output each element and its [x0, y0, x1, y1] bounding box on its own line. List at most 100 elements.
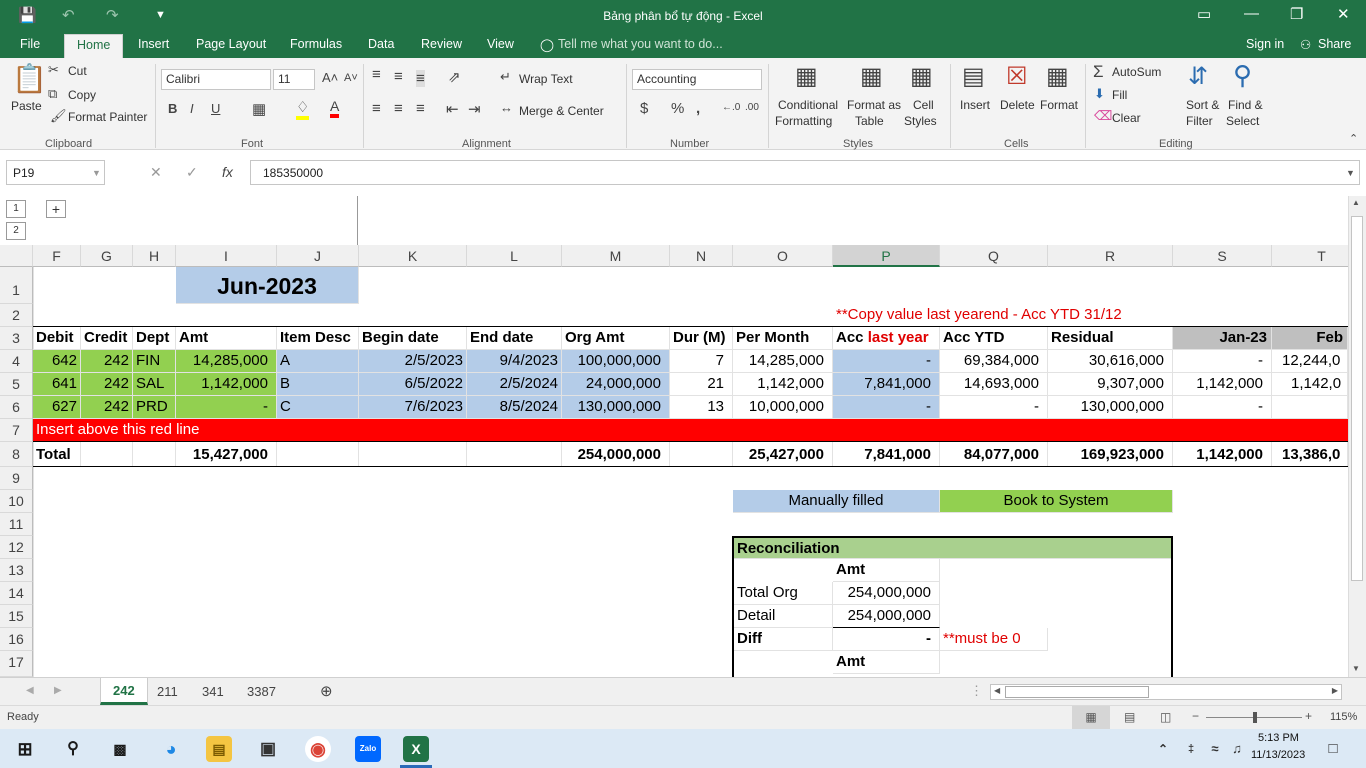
name-box[interactable]: P19 — [6, 160, 105, 185]
sheet-tab-242[interactable]: 242 — [100, 678, 148, 705]
column-header-K[interactable]: K — [359, 245, 467, 267]
row4-credit[interactable]: 242 — [81, 350, 133, 373]
paste-icon[interactable]: 📋 — [12, 62, 47, 95]
close-icon[interactable]: ✕ — [1337, 5, 1350, 23]
insert-cells-icon[interactable]: ▤ — [962, 62, 985, 91]
row6-dept[interactable]: PRD — [133, 396, 176, 419]
zoom-out-icon[interactable]: − — [1192, 709, 1199, 723]
row-header-3[interactable]: 3 — [0, 327, 33, 350]
notifications-icon[interactable]: □ — [1320, 736, 1346, 762]
format-as-table-label-2[interactable]: Table — [855, 114, 884, 128]
merge-center-button[interactable]: Merge & Center — [519, 104, 604, 118]
share-button[interactable]: Share — [1318, 37, 1351, 51]
zalo-icon[interactable]: Zalo — [355, 736, 381, 762]
fill-icon[interactable]: ⬇ — [1094, 86, 1105, 102]
recon-amt-header-2[interactable]: Amt — [833, 651, 940, 674]
header-acc-last-year[interactable]: Acc last year — [833, 327, 940, 350]
total-dur[interactable] — [670, 442, 733, 467]
merge-center-icon[interactable]: ↔ — [500, 100, 513, 115]
header-amt[interactable]: Amt — [176, 327, 277, 350]
edge-icon[interactable]: ◕ — [158, 736, 184, 762]
clear-button[interactable]: Clear — [1112, 111, 1141, 125]
row5-end-date[interactable]: 2/5/2024 — [467, 373, 562, 396]
total-acc-ytd[interactable]: 84,077,000 — [940, 442, 1048, 467]
total-jan[interactable]: 1,142,000 — [1173, 442, 1272, 467]
sort-filter-icon[interactable]: ⇵ — [1188, 62, 1208, 91]
delete-cells-icon[interactable]: ☒ — [1006, 62, 1028, 91]
find-select-label-2[interactable]: Select — [1226, 114, 1259, 128]
insert-cells-button[interactable]: Insert — [960, 98, 990, 112]
increase-font-icon[interactable]: A˄ — [322, 70, 338, 85]
zoom-in-icon[interactable]: + — [1305, 709, 1312, 723]
format-cells-icon[interactable]: ▦ — [1046, 62, 1069, 91]
input-method-icon[interactable]: ‡ — [1178, 736, 1204, 762]
delete-cells-button[interactable]: Delete — [1000, 98, 1035, 112]
column-header-Q[interactable]: Q — [940, 245, 1048, 267]
minimize-icon[interactable]: — — [1244, 5, 1259, 22]
row5-jan[interactable]: 1,142,000 — [1173, 373, 1272, 396]
scroll-up-icon[interactable]: ▲ — [1352, 198, 1360, 207]
tab-data[interactable]: Data — [368, 37, 394, 51]
row-header-16[interactable]: 16 — [0, 628, 33, 651]
tab-review[interactable]: Review — [421, 37, 462, 51]
column-header-N[interactable]: N — [670, 245, 733, 267]
recon-amt-header[interactable]: Amt — [833, 559, 940, 582]
name-box-dropdown-icon[interactable]: ▼ — [92, 168, 101, 178]
autosum-button[interactable]: AutoSum — [1112, 65, 1161, 79]
chrome-icon[interactable]: ◉ — [305, 736, 331, 762]
vertical-scrollbar[interactable]: ▲ ▼ — [1348, 196, 1366, 677]
number-format-select[interactable]: Accounting — [632, 69, 762, 90]
header-dept[interactable]: Dept — [133, 327, 176, 350]
outline-level-2-button[interactable]: 2 — [6, 222, 26, 240]
total-residual[interactable]: 169,923,000 — [1048, 442, 1173, 467]
file-explorer-icon[interactable]: ▤ — [206, 736, 232, 762]
comma-icon[interactable]: , — [696, 100, 700, 117]
row-header-5[interactable]: 5 — [0, 373, 33, 396]
format-painter-button[interactable]: Format Painter — [68, 110, 147, 124]
header-credit[interactable]: Credit — [81, 327, 133, 350]
row4-feb[interactable]: 12,244,0 — [1272, 350, 1348, 373]
wrap-text-button[interactable]: Wrap Text — [519, 72, 573, 86]
total-label[interactable]: Total — [33, 442, 81, 467]
header-end-date[interactable]: End date — [467, 327, 562, 350]
row5-acc-ytd[interactable]: 14,693,000 — [940, 373, 1048, 396]
row5-org-amt[interactable]: 24,000,000 — [562, 373, 670, 396]
row-header-8[interactable]: 8 — [0, 442, 33, 467]
vertical-scroll-thumb[interactable] — [1351, 216, 1363, 581]
find-select-label-1[interactable]: Find & — [1228, 98, 1263, 112]
page-layout-view-icon[interactable]: ▤ — [1124, 710, 1135, 724]
row5-begin-date[interactable]: 6/5/2022 — [359, 373, 467, 396]
cut-icon[interactable]: ✂ — [48, 62, 59, 78]
new-sheet-icon[interactable]: ⊕ — [320, 682, 333, 700]
paste-button[interactable]: Paste — [11, 99, 42, 113]
row-header-4[interactable]: 4 — [0, 350, 33, 373]
sheet-tab-3387[interactable]: 3387 — [247, 684, 276, 699]
clock-date[interactable]: 11/13/2023 — [1251, 749, 1305, 761]
find-select-icon[interactable]: ⚲ — [1233, 60, 1252, 91]
decrease-indent-icon[interactable]: ⇤ — [446, 100, 459, 118]
sort-filter-label-1[interactable]: Sort & — [1186, 98, 1219, 112]
align-right-icon[interactable]: ≡ — [416, 100, 425, 117]
formula-input[interactable]: 185350000 — [250, 160, 1360, 185]
row4-item-desc[interactable]: A — [277, 350, 359, 373]
row-header-11[interactable]: 11 — [0, 513, 33, 536]
row5-debit[interactable]: 641 — [33, 373, 81, 396]
row-header-13[interactable]: 13 — [0, 559, 33, 582]
copy-icon[interactable]: ⧉ — [48, 86, 57, 102]
tab-insert[interactable]: Insert — [138, 37, 169, 51]
sheet-tab-341[interactable]: 341 — [202, 684, 224, 699]
cut-button[interactable]: Cut — [68, 64, 87, 78]
row4-jan[interactable]: - — [1173, 350, 1272, 373]
restore-icon[interactable]: ❐ — [1290, 5, 1303, 23]
row6-acc-last-year[interactable]: - — [833, 396, 940, 419]
align-center-icon[interactable]: ≡ — [394, 100, 403, 117]
ribbon-display-options-icon[interactable]: ▭ — [1197, 5, 1211, 23]
insert-above-red-line[interactable]: Insert above this red line — [33, 419, 1348, 442]
autosum-icon[interactable]: Σ — [1093, 62, 1104, 82]
tab-splitter-icon[interactable]: ⋮ — [970, 683, 983, 699]
copy-button[interactable]: Copy — [68, 88, 96, 102]
format-painter-icon[interactable]: 🖌 — [50, 108, 67, 124]
decrease-font-icon[interactable]: A˅ — [344, 72, 358, 84]
align-top-icon[interactable]: ≡ — [372, 66, 381, 83]
row-header-9[interactable]: 9 — [0, 467, 33, 490]
